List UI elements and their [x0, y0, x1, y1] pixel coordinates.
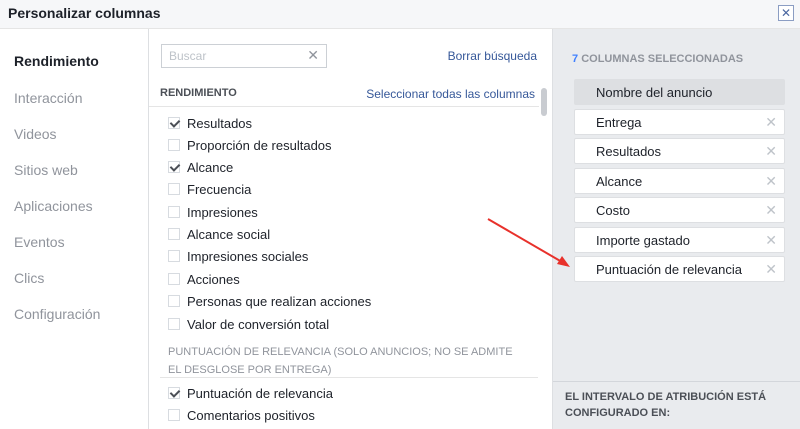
chip-label: Alcance: [596, 174, 643, 189]
remove-icon[interactable]: ✕: [765, 114, 777, 131]
checkbox-icon[interactable]: [168, 183, 180, 195]
option-label: Impresiones sociales: [187, 248, 309, 264]
selected-column-chip[interactable]: Entrega ✕: [574, 109, 785, 135]
option-row[interactable]: Impresiones sociales: [168, 246, 308, 266]
selected-count-number: 7: [572, 53, 579, 65]
sidebar-item-configuracion[interactable]: Configuración: [14, 306, 100, 322]
checkbox-icon[interactable]: [168, 273, 180, 285]
option-label: Puntuación de relevancia: [187, 385, 333, 401]
sidebar-item-aplicaciones[interactable]: Aplicaciones: [14, 198, 93, 214]
sidebar-item-interaccion[interactable]: Interacción: [14, 90, 82, 106]
dialog-titlebar: Personalizar columnas ✕: [0, 0, 800, 29]
option-row[interactable]: Acciones: [168, 269, 240, 289]
selected-column-chip[interactable]: Costo ✕: [574, 197, 785, 223]
checkbox-icon[interactable]: [168, 228, 180, 240]
checkbox-checked-icon[interactable]: [168, 387, 180, 399]
selected-count-label: COLUMNAS SELECCIONADAS: [581, 53, 744, 65]
relevance-section-title: PUNTUACIÓN DE RELEVANCIA (SOLO ANUNCIOS;…: [168, 343, 538, 379]
option-label: Personas que realizan acciones: [187, 293, 372, 309]
remove-icon[interactable]: ✕: [765, 202, 777, 219]
scrollbar-thumb[interactable]: [541, 88, 547, 116]
selected-column-chip[interactable]: Nombre del anuncio: [574, 79, 785, 105]
option-label: Impresiones: [187, 204, 258, 220]
option-label: Comentarios positivos: [187, 407, 315, 423]
select-all-link[interactable]: Seleccionar todas las columnas: [366, 87, 535, 101]
dialog-title: Personalizar columnas: [8, 5, 161, 21]
checkbox-checked-icon[interactable]: [168, 117, 180, 129]
sidebar-item-eventos[interactable]: Eventos: [14, 234, 65, 250]
remove-icon[interactable]: ✕: [765, 261, 777, 278]
attribution-window-label: EL INTERVALO DE ATRIBUCIÓN ESTÁ CONFIGUR…: [565, 389, 785, 421]
attribution-line: CONFIGURADO EN:: [565, 407, 671, 419]
section-header: RENDIMIENTO Seleccionar todas las column…: [149, 84, 539, 107]
chip-label: Entrega: [596, 115, 642, 130]
relevance-title-line: PUNTUACIÓN DE RELEVANCIA (SOLO ANUNCIOS;…: [168, 346, 513, 358]
divider: [160, 377, 538, 378]
column-options-panel: ✕ Borrar búsqueda RENDIMIENTO Selecciona…: [149, 29, 552, 429]
search-box: ✕: [161, 44, 327, 68]
selected-count: 7 COLUMNAS SELECCIONADAS: [572, 53, 743, 65]
checkbox-icon[interactable]: [168, 409, 180, 421]
sidebar-item-clics[interactable]: Clics: [14, 270, 44, 286]
remove-icon[interactable]: ✕: [765, 173, 777, 190]
checkbox-icon[interactable]: [168, 250, 180, 262]
sidebar-item-sitios-web[interactable]: Sitios web: [14, 162, 78, 178]
option-label: Proporción de resultados: [187, 137, 332, 153]
option-row[interactable]: Resultados: [168, 113, 252, 133]
option-row[interactable]: Puntuación de relevancia: [168, 383, 333, 403]
checkbox-checked-icon[interactable]: [168, 161, 180, 173]
checkbox-icon[interactable]: [168, 206, 180, 218]
selected-columns-panel: 7 COLUMNAS SELECCIONADAS Nombre del anun…: [552, 29, 800, 429]
checkbox-icon[interactable]: [168, 139, 180, 151]
option-row[interactable]: Frecuencia: [168, 179, 251, 199]
checkbox-icon[interactable]: [168, 295, 180, 307]
option-row[interactable]: Alcance social: [168, 224, 270, 244]
selected-column-chip[interactable]: Alcance ✕: [574, 168, 785, 194]
option-row[interactable]: Valor de conversión total: [168, 314, 329, 334]
option-label: Resultados: [187, 115, 253, 131]
option-row[interactable]: Impresiones: [168, 202, 258, 222]
sidebar-item-videos[interactable]: Videos: [14, 126, 57, 142]
checkbox-icon[interactable]: [168, 318, 180, 330]
option-row[interactable]: Comentarios positivos: [168, 405, 315, 425]
section-title: RENDIMIENTO: [160, 87, 237, 99]
selected-column-chip[interactable]: Resultados ✕: [574, 138, 785, 164]
chip-label: Puntuación de relevancia: [596, 262, 742, 277]
option-label: Valor de conversión total: [187, 316, 330, 332]
chip-label: Resultados: [596, 144, 662, 159]
option-label: Acciones: [187, 271, 240, 287]
close-icon[interactable]: ✕: [778, 5, 794, 21]
category-sidebar: Rendimiento Interacción Videos Sitios we…: [0, 29, 149, 429]
remove-icon[interactable]: ✕: [765, 143, 777, 160]
selected-column-chip[interactable]: Puntuación de relevancia ✕: [574, 256, 785, 282]
option-row[interactable]: Personas que realizan acciones: [168, 291, 371, 311]
chip-label: Nombre del anuncio: [596, 85, 713, 100]
selected-column-chip[interactable]: Importe gastado ✕: [574, 227, 785, 253]
option-row[interactable]: Proporción de resultados: [168, 135, 332, 155]
option-label: Alcance: [187, 159, 234, 175]
chip-label: Costo: [596, 203, 630, 218]
divider: [553, 381, 800, 382]
option-label: Alcance social: [187, 226, 271, 242]
option-row[interactable]: Alcance: [168, 157, 233, 177]
chip-label: Importe gastado: [596, 233, 690, 248]
remove-icon[interactable]: ✕: [765, 232, 777, 249]
clear-search-link[interactable]: Borrar búsqueda: [448, 49, 537, 63]
option-label: Frecuencia: [187, 181, 252, 197]
search-input[interactable]: [162, 45, 302, 67]
clear-search-icon[interactable]: ✕: [307, 47, 319, 64]
sidebar-item-rendimiento[interactable]: Rendimiento: [14, 53, 99, 69]
attribution-line: EL INTERVALO DE ATRIBUCIÓN ESTÁ: [565, 391, 767, 403]
